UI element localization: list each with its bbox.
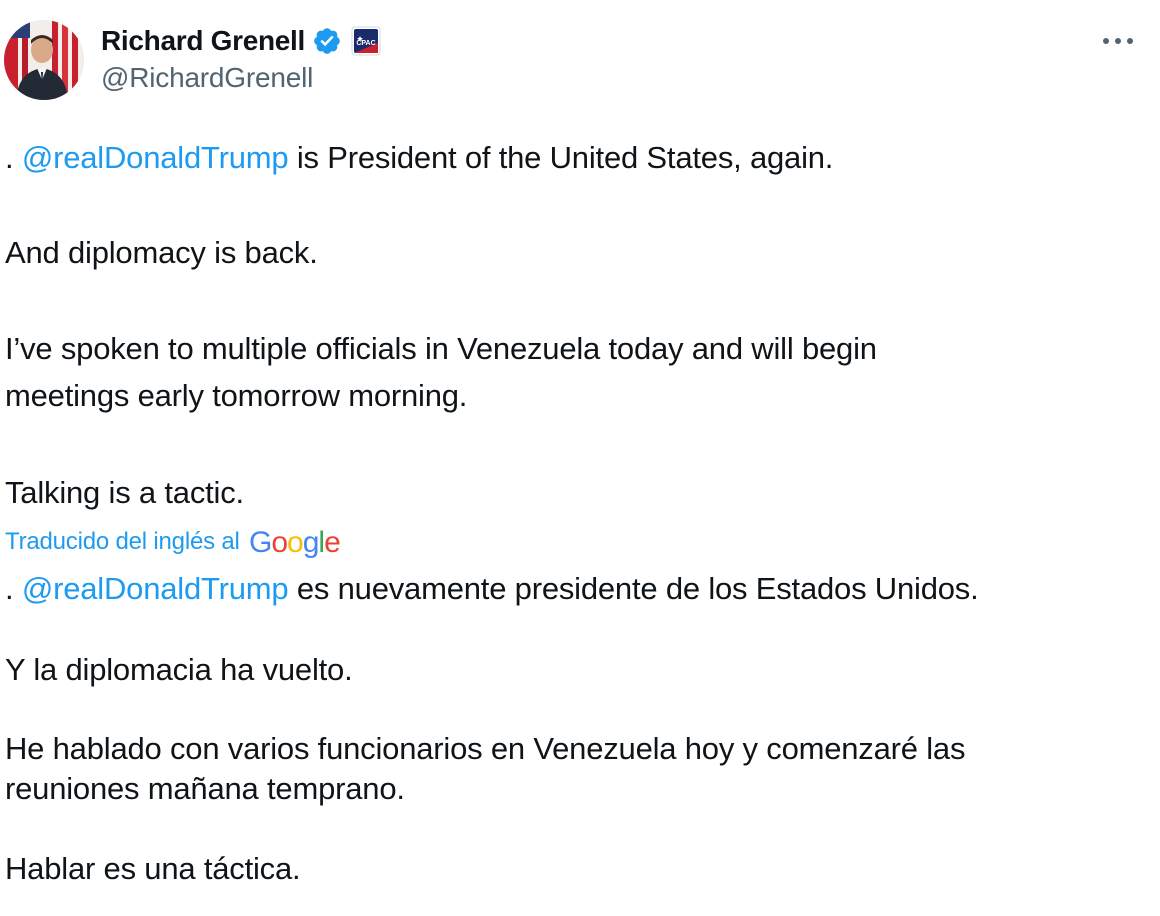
translated-paragraph-1: . @realDonaldTrump es nuevamente preside… — [5, 565, 979, 612]
cpac-affiliation-icon[interactable]: CPAC — [351, 26, 381, 56]
svg-text:Google: Google — [249, 526, 340, 559]
translated-p1-suffix: es nuevamente presidente de los Estados … — [288, 571, 979, 606]
translation-label: Traducido del inglés al — [5, 528, 240, 555]
translated-p3-line2: reuniones mañana temprano. — [5, 771, 405, 806]
author-display-name[interactable]: Richard Grenell — [101, 25, 305, 57]
author-info: Richard Grenell CPAC @RichardGrenell — [101, 22, 381, 94]
author-avatar[interactable] — [4, 20, 84, 100]
affiliation-badge-label: CPAC — [356, 40, 375, 47]
translated-p3-line1: He hablado con varios funcionarios en Ve… — [5, 731, 966, 766]
more-options-button[interactable] — [1098, 26, 1138, 56]
original-p1-suffix: is President of the United States, again… — [288, 140, 834, 175]
author-handle[interactable]: @RichardGrenell — [101, 62, 381, 94]
original-p3-line2: meetings early tomorrow morning. — [5, 378, 468, 413]
translation-attribution[interactable]: Traducido del inglés al Google — [5, 524, 349, 560]
translated-paragraph-2: Y la diplomacia ha vuelto. — [5, 652, 353, 687]
translated-p1-prefix: . — [5, 571, 22, 606]
author-name-row: Richard Grenell CPAC — [101, 22, 381, 60]
original-p1-prefix: . — [5, 140, 22, 175]
translated-paragraph-3: He hablado con varios funcionarios en Ve… — [5, 729, 965, 809]
original-mention-link[interactable]: @realDonaldTrump — [22, 140, 289, 175]
original-p3-line1: I’ve spoken to multiple officials in Ven… — [5, 331, 877, 366]
translated-mention-link[interactable]: @realDonaldTrump — [22, 571, 289, 606]
original-paragraph-1: . @realDonaldTrump is President of the U… — [5, 134, 833, 181]
original-paragraph-4: Talking is a tactic. — [5, 475, 244, 510]
google-logo-icon: Google — [249, 524, 349, 560]
avatar-image — [4, 20, 84, 100]
more-horizontal-icon — [1103, 38, 1133, 44]
translated-paragraph-4: Hablar es una táctica. — [5, 851, 301, 886]
original-paragraph-3: I’ve spoken to multiple officials in Ven… — [5, 325, 877, 419]
tweet: Richard Grenell CPAC @RichardGrenell . @… — [0, 0, 1160, 916]
verified-badge-icon[interactable] — [312, 26, 342, 56]
original-paragraph-2: And diplomacy is back. — [5, 235, 318, 270]
